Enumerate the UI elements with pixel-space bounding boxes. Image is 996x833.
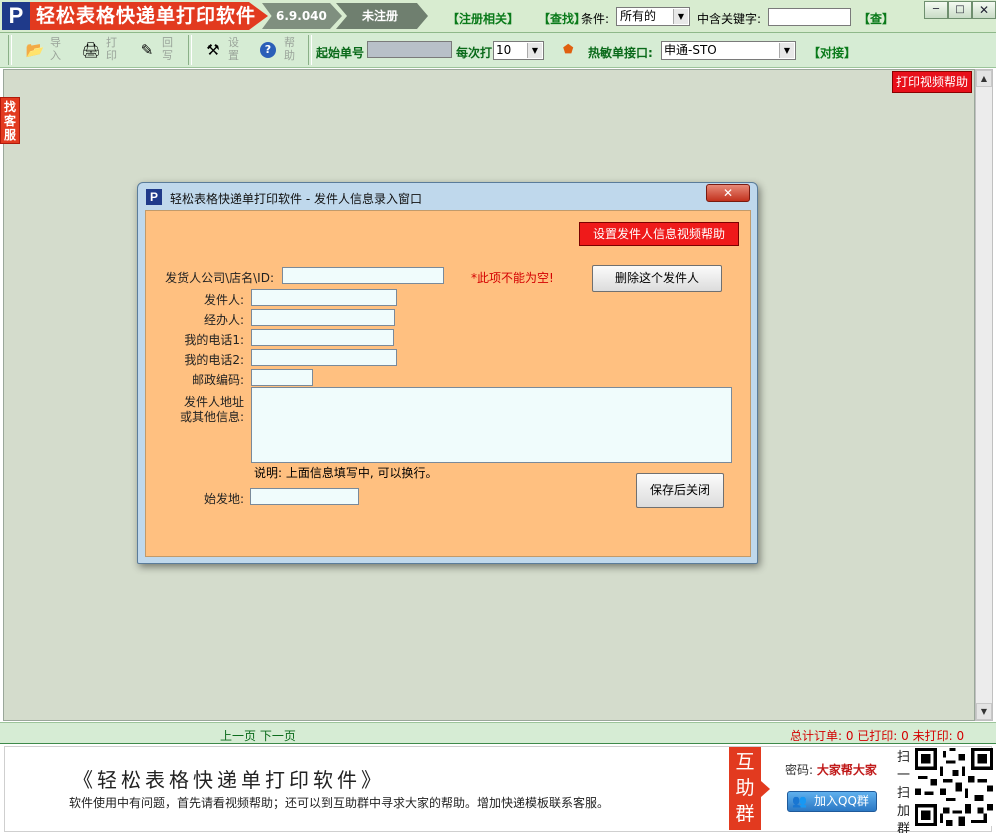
keyword-label: 中含关键字: (697, 12, 762, 26)
thermal-interface-label: 热敏单接口: (588, 46, 653, 60)
phone2-label: 我的电话2: (184, 353, 244, 367)
phone2-input[interactable] (251, 349, 397, 366)
company-input[interactable] (282, 267, 444, 284)
sender-input[interactable] (251, 289, 397, 306)
keyword-input[interactable] (768, 8, 851, 26)
start-number-input[interactable] (367, 41, 452, 58)
register-status[interactable]: 未注册 (336, 3, 428, 29)
note-text: 说明: 上面信息填写中, 可以换行。 (254, 466, 438, 480)
dialog-close-button[interactable]: ✕ (706, 184, 750, 202)
postcode-input[interactable] (251, 369, 313, 386)
thermal-interface-value: 申通-STO (664, 43, 717, 57)
settings-button[interactable]: ⚒ 设置 (198, 35, 250, 65)
dock-link[interactable]: 【对接】 (808, 44, 856, 61)
writeback-button[interactable]: ✎ 回写 (132, 35, 184, 65)
print-button[interactable]: 🖨 打印 (76, 35, 128, 65)
condition-value: 所有的 (620, 9, 657, 23)
pen-icon: ✎ (140, 41, 154, 59)
scan-to-join-text: 扫一扫加群 (897, 750, 911, 833)
prev-page-link[interactable]: 上一页 (220, 729, 256, 743)
help-icon: ? (260, 42, 276, 58)
dialog-body: 设置发件人信息视频帮助 删除这个发件人 *此项不能为空! 发货人公司\店名\ID… (145, 210, 751, 557)
qq-group-icon: 👥 (792, 794, 807, 808)
next-page-link[interactable]: 下一页 (260, 729, 296, 743)
sender-setting-video-help-button[interactable]: 设置发件人信息视频帮助 (579, 222, 739, 246)
folder-icon: 📂 (25, 41, 45, 59)
postcode-label: 邮政编码: (191, 373, 244, 387)
printer-icon: 🖨 (81, 41, 101, 59)
window-controls: ─ □ ✕ (924, 1, 996, 19)
dialog-title: 轻松表格快递单打印软件 - 发件人信息录入窗口 (170, 192, 422, 206)
settings-label: 设置 (228, 36, 239, 62)
chevron-down-icon: ▼ (527, 43, 542, 58)
query-link[interactable]: 【查】 (858, 10, 894, 27)
origin-input[interactable] (250, 488, 359, 505)
version-label: 6.9.040 (262, 3, 342, 29)
origin-label: 始发地: (203, 492, 244, 506)
company-label: 发货人公司\店名\ID: (165, 271, 274, 285)
import-button[interactable]: 📂 导入 (20, 35, 72, 65)
sender-info-dialog: P 轻松表格快递单打印软件 - 发件人信息录入窗口 ✕ 设置发件人信息视频帮助 … (137, 182, 758, 564)
restore-button[interactable]: □ (948, 1, 972, 19)
find-customer-service-button[interactable]: 找客服 (0, 97, 20, 144)
page-navigation: 上一页 下一页 (220, 727, 296, 744)
tools-icon: ⚒ (206, 41, 220, 59)
banner-title: 《轻松表格快递单打印软件》 (73, 768, 385, 792)
scroll-down-icon[interactable]: ▼ (976, 703, 992, 720)
app-logo-icon: P (146, 189, 162, 205)
qr-code-icon (915, 748, 993, 826)
toolbar-separator (308, 35, 312, 65)
help-button[interactable]: ? 帮助 (254, 35, 306, 65)
handler-input[interactable] (251, 309, 395, 326)
app-logo-icon: P (2, 2, 30, 30)
chevron-down-icon: ▼ (673, 9, 688, 24)
condition-select[interactable]: 所有的 ▼ (616, 7, 690, 26)
password-value: 大家帮大家 (816, 763, 877, 777)
condition-label: 条件: (581, 12, 610, 26)
password-label: 密码: (785, 763, 814, 777)
thermal-icon: ⬟ (563, 42, 574, 56)
per-print-label: 每次打 (456, 46, 493, 60)
order-counts: 总计订单: 0 已打印: 0 未打印: 0 (790, 729, 965, 743)
save-and-close-button[interactable]: 保存后关闭 (636, 473, 724, 508)
sender-label: 发件人: (203, 293, 244, 307)
address-textarea[interactable] (251, 387, 732, 463)
scroll-up-icon[interactable]: ▲ (976, 70, 992, 87)
app-title: 轻松表格快递单打印软件 (30, 2, 268, 30)
per-print-select[interactable]: 10 ▼ (493, 41, 544, 60)
banner-subtitle: 软件使用中有问题，首先请看视频帮助；还可以到互助群中寻求大家的帮助。增加快递模板… (69, 796, 610, 810)
join-qq-group-button[interactable]: 👥 加入QQ群 (787, 791, 877, 812)
address-label-line2: 或其他信息: (179, 410, 244, 424)
close-button[interactable]: ✕ (972, 1, 996, 19)
toolbar-separator (8, 35, 12, 65)
phone1-input[interactable] (251, 329, 394, 346)
per-print-value: 10 (496, 43, 512, 57)
thermal-interface-select[interactable]: 申通-STO ▼ (661, 41, 796, 60)
bottom-banner: 《轻松表格快递单打印软件》 软件使用中有问题，首先请看视频帮助；还可以到互助群中… (4, 746, 993, 833)
password-line: 密码: 大家帮大家 (785, 761, 877, 778)
register-link[interactable]: 【注册相关】 (447, 10, 519, 27)
phone1-label: 我的电话1: (184, 333, 244, 347)
chevron-down-icon: ▼ (779, 43, 794, 58)
toolbar-separator (188, 35, 192, 65)
print-label: 打印 (106, 36, 117, 62)
delete-sender-button[interactable]: 删除这个发件人 (592, 265, 722, 292)
status-bar: 上一页 下一页 总计订单: 0 已打印: 0 未打印: 0 (0, 722, 996, 744)
handler-label: 经办人: (203, 313, 244, 327)
help-label: 帮助 (284, 36, 295, 62)
start-number-label: 起始单号 (316, 46, 365, 60)
print-video-help-button[interactable]: 打印视频帮助 (892, 71, 972, 93)
search-link[interactable]: 【查找】 (538, 10, 586, 27)
help-group-badge: 互助群 (729, 747, 761, 830)
minimize-button[interactable]: ─ (924, 1, 948, 19)
title-bar: P 轻松表格快递单打印软件 6.9.040 未注册 【注册相关】 【查找】 条件… (0, 0, 996, 33)
writeback-label: 回写 (162, 36, 173, 62)
required-note: *此项不能为空! (471, 271, 554, 285)
vertical-scrollbar[interactable]: ▲ ▼ (975, 69, 993, 721)
join-qq-group-label: 加入QQ群 (814, 794, 869, 808)
arrow-right-icon (761, 781, 770, 797)
import-label: 导入 (50, 36, 61, 62)
